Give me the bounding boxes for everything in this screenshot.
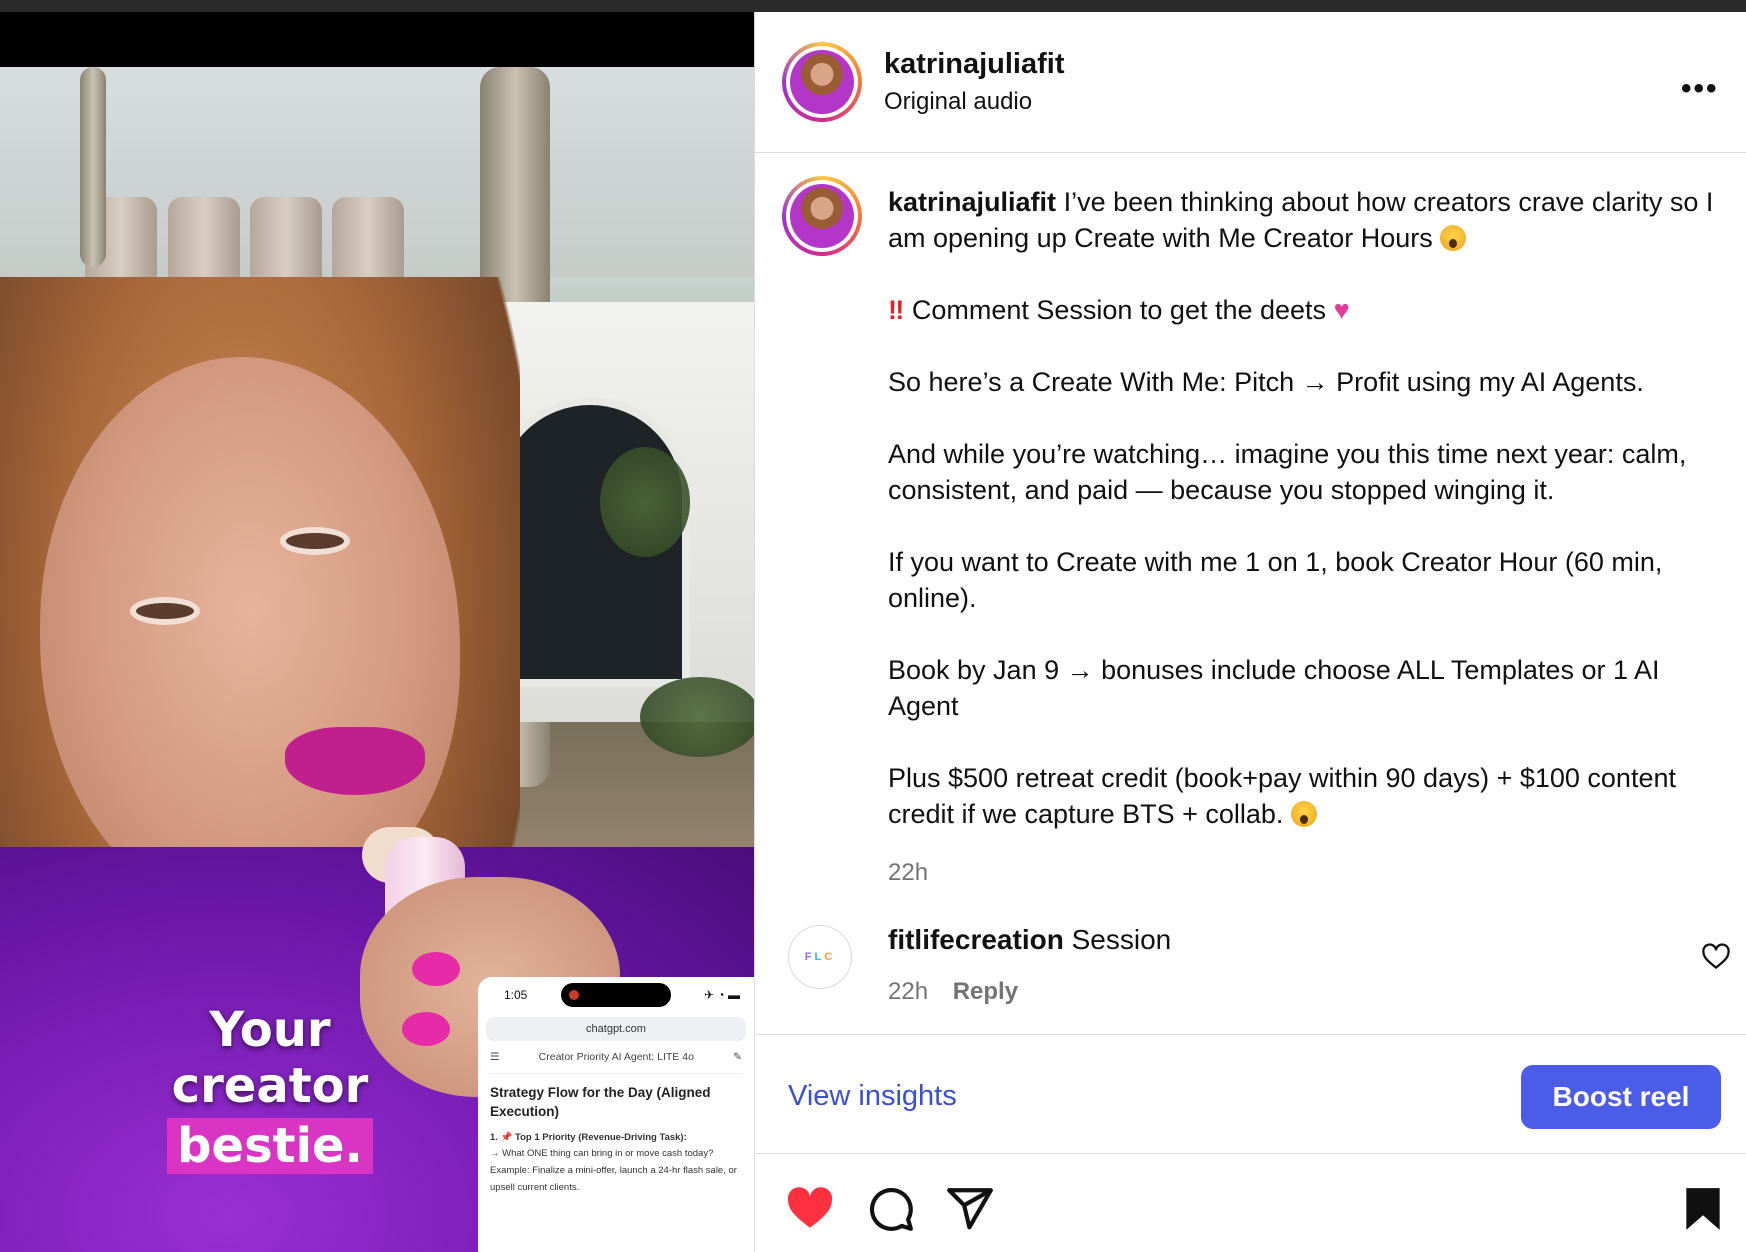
two-hearts-icon: ♥ (1333, 295, 1350, 325)
phone-url-bar: chatgpt.com (486, 1017, 746, 1041)
scream-emoji-icon (1440, 225, 1467, 251)
video-caption-line1: Your creator (171, 1002, 369, 1114)
phone-step: 1. 📌 Top 1 Priority (Revenue-Driving Tas… (490, 1131, 737, 1193)
phone-time: 1:05 (504, 988, 528, 1002)
comment: fitlifecreation Session (888, 924, 1171, 956)
dynamic-island (560, 983, 671, 1007)
phone-agent-title: ☰ Creator Priority AI Agent: LITE 4o ✎ (490, 1051, 742, 1074)
comment-icon[interactable] (865, 1184, 915, 1234)
header-avatar[interactable] (782, 42, 862, 122)
caption-paragraph-6: Book by Jan 9 → bonuses include choose A… (888, 655, 1660, 721)
phone-strategy-title: Strategy Flow for the Day (Aligned Execu… (490, 1085, 711, 1119)
video-caption: Your creator bestie. (120, 1002, 420, 1174)
save-bookmark-icon[interactable] (1678, 1184, 1728, 1234)
caption-paragraph-5: If you want to Create with me 1 on 1, bo… (888, 547, 1663, 613)
insights-divider-top (755, 1034, 1746, 1035)
phone-screenshot-overlay: 1:05 ✈ ◔ ▬ chatgpt.com ☰ Creator Priority… (478, 977, 754, 1252)
share-icon[interactable] (945, 1184, 995, 1234)
double-exclamation-icon: ‼ (888, 295, 905, 325)
caption-avatar[interactable] (782, 176, 862, 256)
caption-paragraph-4: And while you’re watching… imagine you t… (888, 439, 1687, 505)
comment-like-icon[interactable] (1701, 942, 1731, 972)
caption-paragraph-3: So here’s a Create With Me: Pitch → Prof… (888, 367, 1644, 397)
view-insights-link[interactable]: View insights (788, 1080, 957, 1113)
like-heart-icon[interactable] (785, 1184, 835, 1234)
comment-reply-button[interactable]: Reply (953, 978, 1018, 1005)
video-caption-line2: bestie. (167, 1118, 373, 1174)
top-strip (0, 0, 1746, 12)
comment-text: Session (1071, 924, 1172, 955)
header-username[interactable]: katrinajuliafit (884, 48, 1065, 81)
actions-divider-top (755, 1153, 1746, 1154)
original-audio-link[interactable]: Original audio (884, 88, 1032, 116)
header-divider (755, 152, 1746, 153)
phone-status-icons: ✈ ◔ ▬ (704, 988, 740, 1002)
comment-username[interactable]: fitlifecreation (888, 924, 1064, 955)
caption-username[interactable]: katrinajuliafit (888, 187, 1056, 217)
comment-avatar[interactable]: FLC (788, 925, 852, 989)
post-side-panel: katrinajuliafit Original audio ••• katri… (755, 12, 1746, 1252)
caption-timestamp[interactable]: 22h (888, 859, 928, 887)
scream-emoji-icon (1290, 801, 1317, 827)
caption-paragraph-7: Plus $500 retreat credit (book+pay withi… (888, 763, 1676, 829)
post-caption: katrinajuliafit I’ve been thinking about… (888, 184, 1718, 832)
comment-timestamp[interactable]: 22h (888, 978, 928, 1005)
comment-meta: 22h Reply (888, 978, 1018, 1006)
boost-reel-button[interactable]: Boost reel (1521, 1065, 1721, 1129)
caption-paragraph-2: Comment Session to get the deets (911, 295, 1327, 325)
more-options-icon[interactable]: ••• (1681, 72, 1719, 106)
letterbox (0, 12, 754, 67)
reel-video[interactable]: Your creator bestie. 1:05 ✈ ◔ ▬ chatgpt.… (0, 12, 754, 1252)
